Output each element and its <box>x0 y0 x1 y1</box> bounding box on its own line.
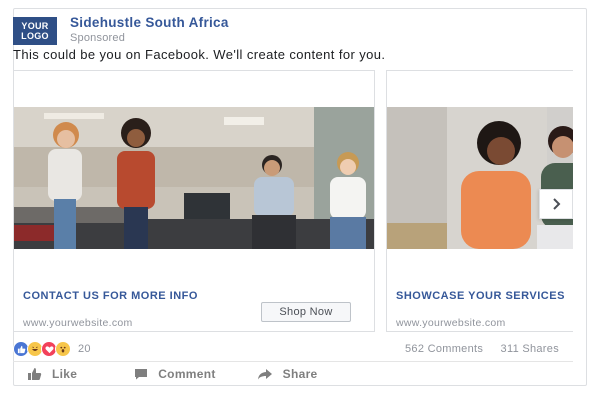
reaction-summary[interactable]: 20 <box>13 341 91 357</box>
card-2-title[interactable]: SHOWCASE YOUR SERVICES <box>396 290 565 302</box>
reaction-count[interactable]: 20 <box>78 343 91 355</box>
card-1-title[interactable]: CONTACT US FOR MORE INFO <box>23 290 198 302</box>
wow-icon <box>55 341 71 357</box>
share-label: Share <box>282 367 318 381</box>
like-label: Like <box>52 367 78 381</box>
engagement-counts: 562 Comments 311 Shares <box>391 343 559 355</box>
ad-carousel: CONTACT US FOR MORE INFO www.yourwebsite… <box>13 70 573 332</box>
card-2-image-bottom-padding <box>387 249 573 285</box>
card-image-team-meeting[interactable] <box>14 107 374 249</box>
actions-divider <box>13 361 573 362</box>
card-image-bottom-padding <box>14 249 374 285</box>
card-2-url[interactable]: www.yourwebsite.com <box>396 317 506 329</box>
comment-button[interactable]: Comment <box>134 365 215 383</box>
logo-line-2: LOGO <box>21 31 49 41</box>
carousel-next-button[interactable] <box>539 189 573 219</box>
page-name-link[interactable]: Sidehustle South Africa <box>70 15 229 30</box>
like-button[interactable]: Like <box>27 365 77 383</box>
share-arrow-icon <box>257 369 272 380</box>
heart-glyph <box>45 345 53 353</box>
office-team-photo <box>14 107 374 249</box>
surprised-face-glyph <box>60 346 66 353</box>
comment-bubble-icon <box>135 369 148 380</box>
shares-count[interactable]: 311 Shares <box>501 343 559 355</box>
post-header: YOUR LOGO Sidehustle South Africa Sponso… <box>13 8 229 45</box>
coworkers-photo <box>387 107 573 249</box>
card-image-top-padding <box>14 71 374 107</box>
post-stats: 20 562 Comments 311 Shares <box>13 339 573 359</box>
page-meta: Sidehustle South Africa Sponsored <box>70 15 229 44</box>
share-button[interactable]: Share <box>257 365 318 383</box>
thumbs-up-glyph <box>17 345 25 353</box>
card-1-url[interactable]: www.yourwebsite.com <box>23 317 133 329</box>
logo-line-1: YOUR <box>21 21 49 31</box>
thumbs-up-icon <box>28 368 42 380</box>
sponsored-label[interactable]: Sponsored <box>70 32 229 44</box>
chevron-right-icon <box>553 198 561 210</box>
card-2-image-top-padding <box>387 71 573 107</box>
comment-label: Comment <box>158 367 216 381</box>
shop-now-button[interactable]: Shop Now <box>261 302 351 322</box>
page-logo[interactable]: YOUR LOGO <box>13 17 57 45</box>
comments-count[interactable]: 562 Comments <box>405 343 483 355</box>
carousel-card-1[interactable]: CONTACT US FOR MORE INFO www.yourwebsite… <box>13 70 375 332</box>
post-caption: This could be you on Facebook. We'll cre… <box>13 47 386 62</box>
laughing-face-glyph <box>32 346 38 351</box>
card-image-coworkers[interactable] <box>387 107 573 249</box>
post-actions: Like Comment Share <box>13 365 573 383</box>
